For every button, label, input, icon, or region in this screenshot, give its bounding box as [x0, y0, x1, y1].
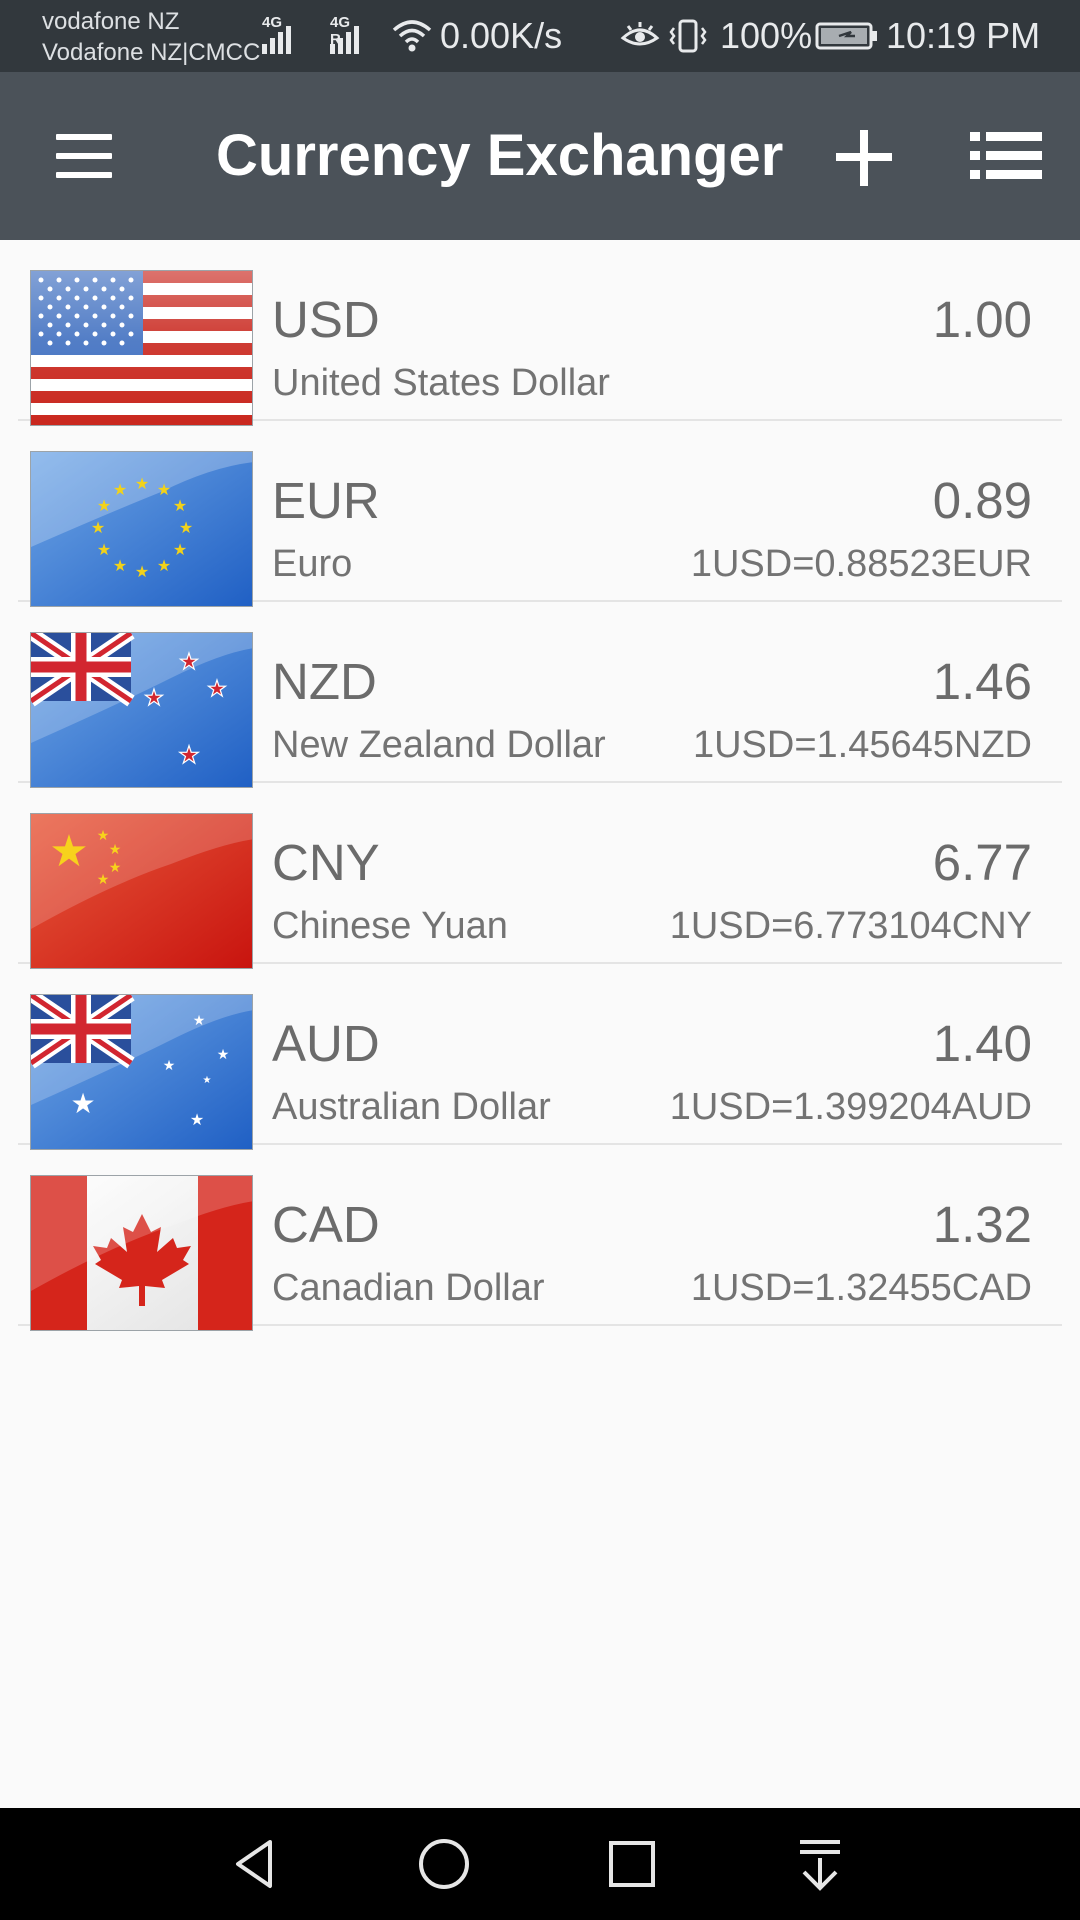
home-circle-icon[interactable] [414, 1834, 474, 1894]
carrier-line-2: Vodafone NZ|CMCC [42, 39, 261, 66]
battery-percent: 100% [720, 15, 813, 56]
currency-value[interactable]: 1.32 [933, 1195, 1032, 1254]
svg-text:★: ★ [135, 562, 149, 581]
svg-text:★: ★ [91, 518, 105, 537]
eu-flag-icon: ★ ★ ★ ★ ★ ★ ★ ★ ★ ★ ★ ★ [30, 451, 253, 607]
currency-code: NZD [272, 653, 377, 710]
carrier-info: vodafone NZ Vodafone NZ|CMCC [42, 6, 260, 68]
currency-value[interactable]: 1.46 [933, 652, 1032, 711]
currency-code: EUR [272, 472, 380, 529]
exchange-rate: 1USD=1.32455CAD [690, 1267, 1032, 1309]
svg-text:★: ★ [193, 1013, 206, 1029]
currency-value[interactable]: 6.77 [933, 833, 1032, 892]
svg-text:★: ★ [190, 1110, 204, 1129]
currency-value[interactable]: 1.00 [933, 290, 1032, 349]
us-flag-icon [30, 270, 253, 426]
nz-flag-icon: ★ ★ ★ ★ [30, 632, 253, 788]
currency-row-eur[interactable]: ★ ★ ★ ★ ★ ★ ★ ★ ★ ★ ★ ★ EUR Euro 0.89 1USD=0.885… [18, 421, 1062, 607]
svg-text:★: ★ [113, 480, 127, 499]
svg-text:★: ★ [157, 556, 171, 575]
svg-text:★: ★ [163, 1058, 176, 1074]
svg-text:★: ★ [97, 828, 110, 844]
exchange-rate: 1USD=0.88523EUR [690, 543, 1032, 585]
signal-icon-2: 4G R [330, 0, 362, 72]
app-title: Currency Exchanger [216, 123, 784, 188]
currency-code: AUD [272, 1015, 380, 1072]
app-bar: Currency Exchanger [0, 72, 1080, 240]
currency-row-aud[interactable]: ★ ★ ★ ★ ★ ★ AUD Australian Dollar 1.40 1… [18, 964, 1062, 1150]
wifi-icon [392, 0, 432, 72]
plus-icon[interactable] [826, 120, 902, 196]
ca-flag-icon [30, 1175, 253, 1331]
currency-code: CNY [272, 834, 380, 891]
back-triangle-icon[interactable] [226, 1834, 286, 1894]
svg-text:★: ★ [109, 860, 122, 876]
currency-value[interactable]: 0.89 [933, 471, 1032, 530]
svg-text:★: ★ [109, 842, 122, 858]
svg-text:★: ★ [70, 1087, 95, 1120]
eye-comfort-icon [620, 0, 660, 72]
svg-text:★: ★ [97, 540, 111, 559]
currency-value[interactable]: 1.40 [933, 1014, 1032, 1073]
svg-text:★: ★ [157, 480, 171, 499]
currency-name: New Zealand Dollar [272, 724, 606, 766]
currency-row-cad[interactable]: CAD Canadian Dollar 1.32 1USD=1.32455CAD [18, 1145, 1062, 1331]
clock: 10:19 PM [886, 15, 1041, 56]
recents-square-icon[interactable] [602, 1834, 662, 1894]
svg-text:★: ★ [179, 650, 199, 675]
currency-name: United States Dollar [272, 362, 610, 404]
vibrate-icon [668, 0, 708, 72]
svg-text:★: ★ [173, 496, 187, 515]
exchange-rate: 1USD=6.773104CNY [669, 905, 1032, 947]
svg-text:★: ★ [113, 556, 127, 575]
navigation-bar [0, 1808, 1080, 1920]
currency-row-cny[interactable]: ★ ★ ★ ★ ★ CNY Chinese Yuan 6.77 1USD=6.7… [18, 783, 1062, 969]
currency-name: Chinese Yuan [272, 905, 508, 947]
svg-text:★: ★ [49, 826, 88, 877]
svg-text:★: ★ [179, 518, 193, 537]
currency-code: CAD [272, 1196, 380, 1253]
currency-name: Canadian Dollar [272, 1267, 545, 1309]
svg-text:★: ★ [203, 1075, 212, 1086]
currency-name: Euro [272, 543, 353, 585]
svg-text:★: ★ [217, 1047, 230, 1063]
svg-text:★: ★ [173, 540, 187, 559]
svg-text:★: ★ [135, 474, 149, 493]
svg-text:★: ★ [97, 872, 110, 888]
currency-list: USD United States Dollar 1.00 ★ ★ ★ ★ ★ ★ ★ ★… [0, 240, 1080, 1331]
pull-down-notifications-icon[interactable] [790, 1834, 850, 1894]
svg-text:★: ★ [144, 686, 164, 711]
currency-row-nzd[interactable]: ★ ★ ★ ★ NZD New Zealand Dollar 1.46 1USD… [18, 602, 1062, 788]
au-flag-icon: ★ ★ ★ ★ ★ ★ [30, 994, 253, 1150]
svg-text:★: ★ [178, 741, 200, 769]
svg-text:★: ★ [207, 677, 227, 702]
currency-code: USD [272, 291, 380, 348]
exchange-rate: 1USD=1.45645NZD [692, 724, 1032, 766]
battery-icon [815, 0, 879, 72]
carrier-line-1: vodafone NZ [42, 8, 180, 35]
svg-text:★: ★ [97, 496, 111, 515]
currency-row-usd[interactable]: USD United States Dollar 1.00 [18, 240, 1062, 426]
cn-flag-icon: ★ ★ ★ ★ ★ [30, 813, 253, 969]
signal-icon-1: 4G [262, 0, 294, 72]
currency-name: Australian Dollar [272, 1086, 551, 1128]
exchange-rate: 1USD=1.399204AUD [669, 1086, 1032, 1128]
list-icon[interactable] [966, 126, 1046, 186]
hamburger-menu-icon[interactable] [48, 126, 120, 186]
network-speed: 0.00K/s [440, 15, 563, 56]
status-bar: vodafone NZ Vodafone NZ|CMCC 4G 4G R 0.0… [0, 0, 1080, 72]
